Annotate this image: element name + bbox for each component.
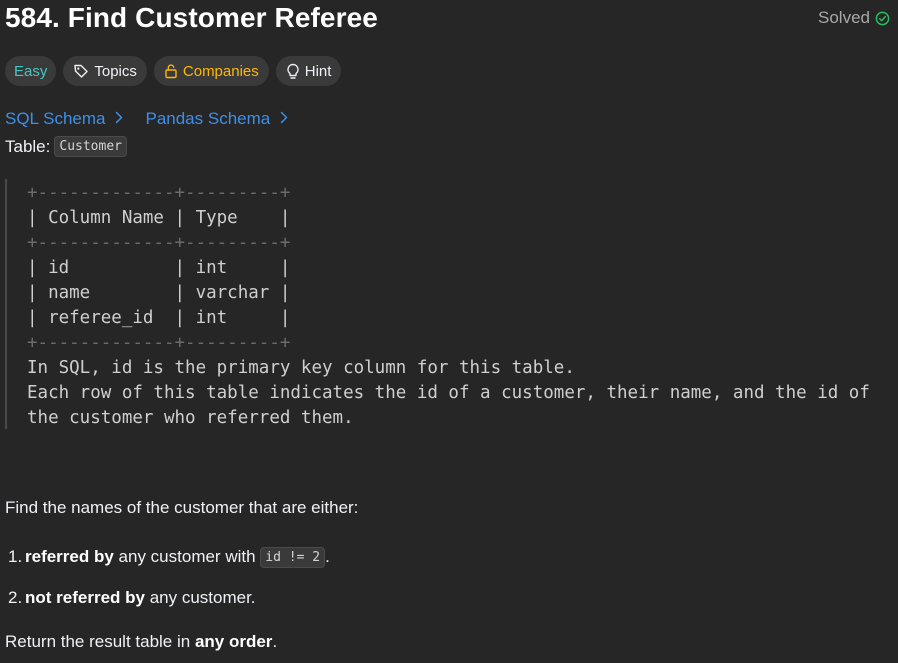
solved-status: Solved xyxy=(818,8,890,28)
companies-button[interactable]: Companies xyxy=(153,56,269,86)
chevron-right-icon xyxy=(280,109,288,129)
pandas-schema-label: Pandas Schema xyxy=(145,109,271,128)
list-tail: . xyxy=(325,547,330,566)
list-item: 2. not referred by any customer. xyxy=(8,585,330,611)
schema-links: SQL Schema Pandas Schema xyxy=(5,109,288,129)
hint-button[interactable]: Hint xyxy=(275,56,342,86)
problem-intro: Find the names of the customer that are … xyxy=(5,498,359,517)
hint-label: Hint xyxy=(304,62,332,80)
table-prefix: Table: xyxy=(5,136,51,156)
list-bold: referred by xyxy=(25,547,114,566)
sql-schema-label: SQL Schema xyxy=(5,109,106,128)
list-number: 1. xyxy=(8,547,23,566)
return-instruction: Return the result table in any order. xyxy=(5,632,277,652)
lock-icon xyxy=(164,63,178,79)
list-item: 1. referred by any customer with id != 2… xyxy=(8,544,330,570)
return-prefix: Return the result table in xyxy=(5,632,195,651)
table-row: | name | varchar | xyxy=(27,283,291,303)
schema-note: the customer who referred them. xyxy=(27,408,354,428)
schema-code-block: +-------------+---------+ | Column Name … xyxy=(5,179,887,429)
table-header-row: | Column Name | Type | xyxy=(27,208,291,228)
return-suffix: . xyxy=(272,632,278,651)
condition-list: 1. referred by any customer with id != 2… xyxy=(8,544,330,626)
list-text: any customer with xyxy=(113,547,261,566)
table-row: | referee_id | int | xyxy=(27,308,291,328)
list-text: any customer. xyxy=(144,588,256,607)
list-number: 2. xyxy=(8,588,23,607)
table-border-mid: +-------------+---------+ xyxy=(27,233,291,253)
topics-button[interactable]: Topics xyxy=(63,56,147,86)
solved-label: Solved xyxy=(818,8,870,27)
difficulty-label: Easy xyxy=(14,62,48,80)
companies-label: Companies xyxy=(182,62,259,80)
tag-bar: Easy Topics Companies Hint xyxy=(5,56,342,86)
difficulty-badge[interactable]: Easy xyxy=(5,56,57,86)
condition-code: id != 2 xyxy=(260,546,326,568)
return-bold: any order xyxy=(194,632,273,651)
table-border-bottom: +-------------+---------+ xyxy=(27,333,291,353)
pandas-schema-link[interactable]: Pandas Schema xyxy=(145,109,288,129)
table-row: | id | int | xyxy=(27,258,291,278)
table-label: Table: Customer xyxy=(5,136,127,157)
lightbulb-icon xyxy=(286,63,300,80)
tag-icon xyxy=(73,63,89,79)
table-border-top: +-------------+---------+ xyxy=(27,183,291,203)
check-circle-icon xyxy=(875,11,890,26)
sql-schema-link[interactable]: SQL Schema xyxy=(5,109,123,129)
topics-label: Topics xyxy=(94,62,137,80)
chevron-right-icon xyxy=(115,109,123,129)
table-name-code: Customer xyxy=(54,136,127,157)
problem-title: 584. Find Customer Referee xyxy=(5,2,378,33)
schema-note: In SQL, id is the primary key column for… xyxy=(27,358,575,378)
list-bold: not referred by xyxy=(25,588,145,607)
schema-note: Each row of this table indicates the id … xyxy=(27,383,870,403)
